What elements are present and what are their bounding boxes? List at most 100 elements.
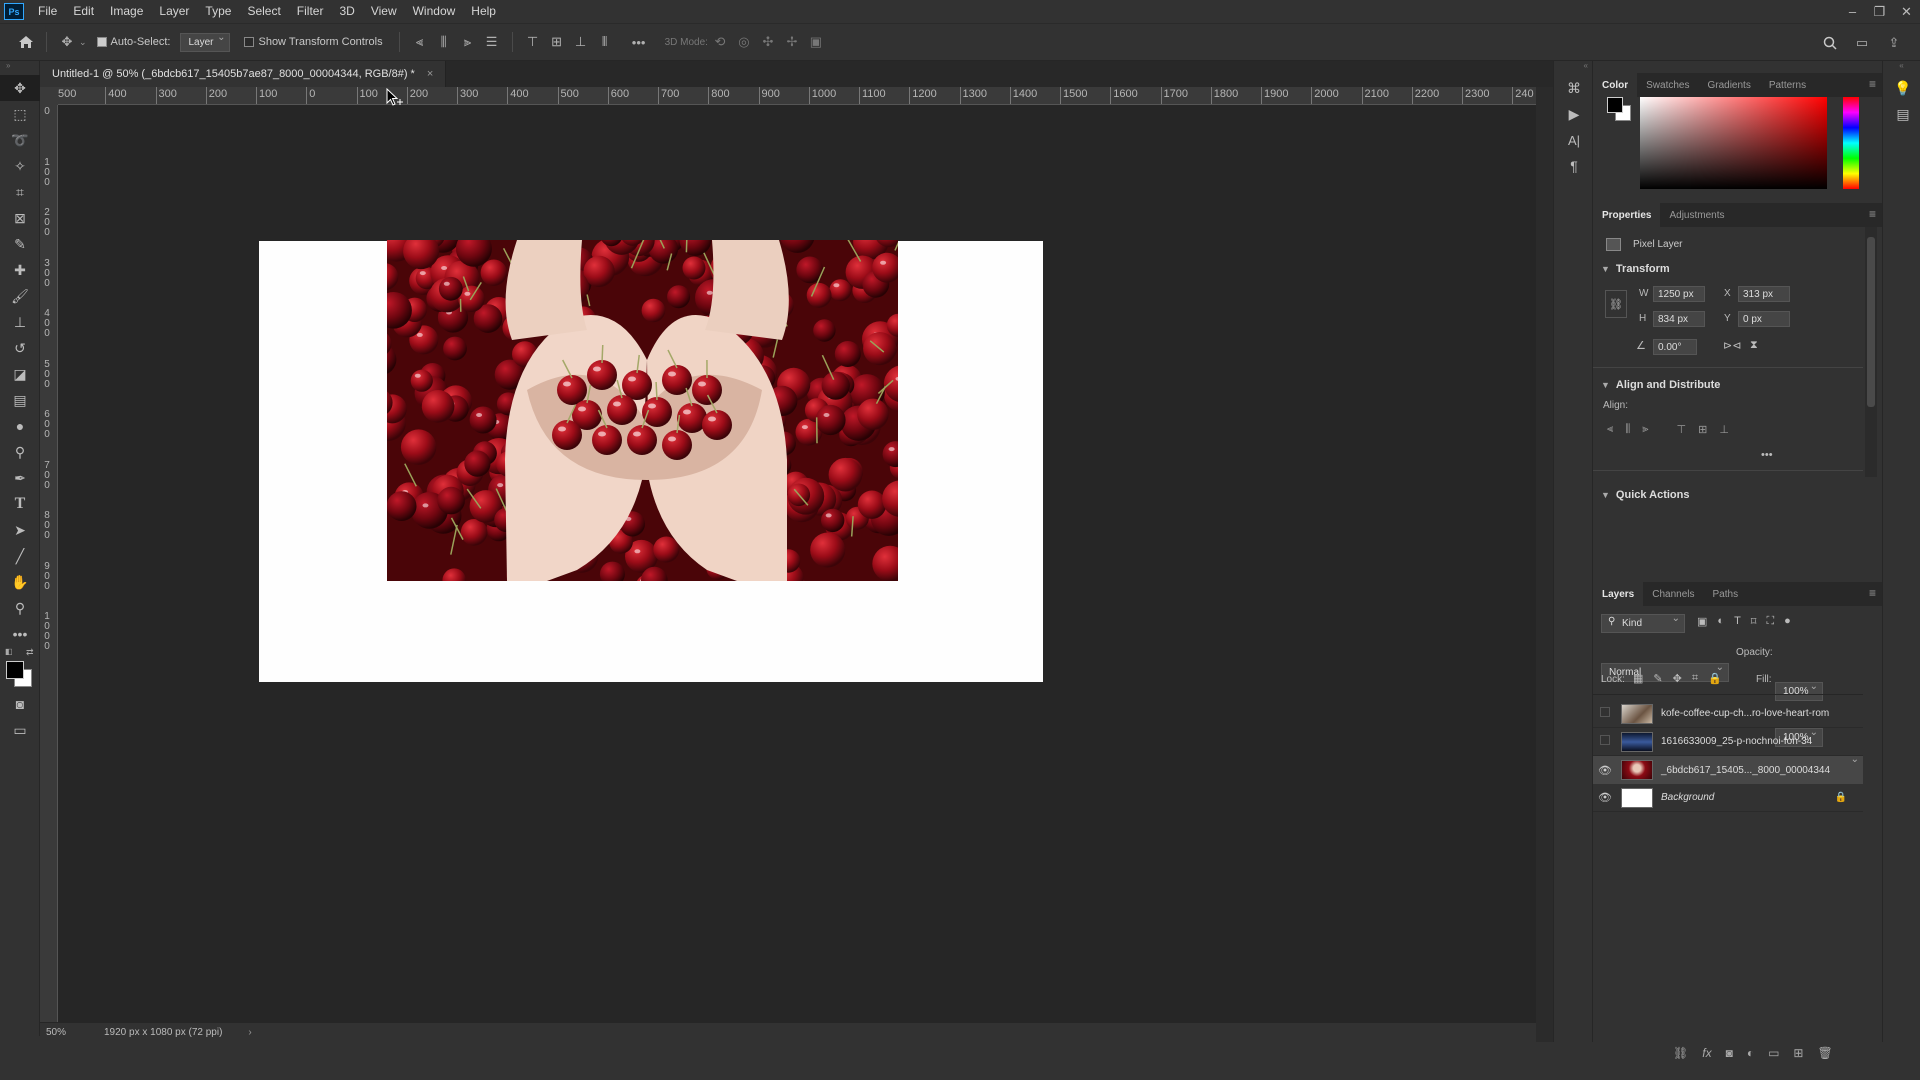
more-tools-icon[interactable]: ••• xyxy=(0,621,40,647)
color-panel-menu-icon[interactable]: ≡ xyxy=(1869,77,1876,91)
angle-field[interactable]: 0.00° xyxy=(1653,339,1697,355)
align-right-icon[interactable]: ⫸ xyxy=(1642,423,1648,436)
move-tool-icon[interactable]: ✥ xyxy=(0,75,40,101)
align-middle-icon[interactable]: ⊞ xyxy=(1698,423,1707,436)
move-tool-preset-icon[interactable]: ✥ xyxy=(55,30,79,54)
line-tool-icon[interactable]: ╱ xyxy=(0,543,40,569)
menu-edit[interactable]: Edit xyxy=(65,0,102,23)
transform-section-header[interactable]: ▼ Transform xyxy=(1593,259,1670,279)
zoom-tool-icon[interactable]: ⚲ xyxy=(0,595,40,621)
search-icon[interactable] xyxy=(1818,31,1842,55)
layer-visibility-toggle[interactable] xyxy=(1593,707,1617,720)
distribute-vertical-icon[interactable]: ☰ xyxy=(480,30,504,54)
tab-swatches[interactable]: Swatches xyxy=(1637,73,1698,97)
screen-mode-icon[interactable]: ▭ xyxy=(0,717,40,743)
eye-icon[interactable]: 👁 xyxy=(1593,764,1617,777)
vertical-ruler[interactable]: 0 1 0 0 2 0 0 3 0 0 4 0 0 5 0 0 6 0 0 7 0 0 8 0 … xyxy=(40,105,58,1022)
frame-tool-icon[interactable]: ⊠ xyxy=(0,205,40,231)
3d-camera-icon[interactable]: ▣ xyxy=(804,30,828,54)
brush-tool-icon[interactable]: 🖌 xyxy=(0,283,40,309)
blur-tool-icon[interactable]: ● xyxy=(0,413,40,439)
menu-file[interactable]: File xyxy=(30,0,65,23)
hand-tool-icon[interactable]: ✋ xyxy=(0,569,40,595)
tab-properties[interactable]: Properties xyxy=(1593,203,1661,227)
delete-layer-icon[interactable]: 🗑 xyxy=(1817,1046,1832,1060)
align-center-icon[interactable]: ⫼ xyxy=(1625,423,1630,436)
collapse-icon[interactable]: « xyxy=(1883,61,1920,75)
lock-position-icon[interactable]: ✥ xyxy=(1673,672,1682,685)
layer-row[interactable]: 1616633009_25-p-nochnoi-fon-34 xyxy=(1593,728,1863,756)
filter-toggle-icon[interactable]: ● xyxy=(1784,615,1791,628)
link-icon[interactable]: ⛓ xyxy=(1605,290,1627,318)
align-bottom-icon[interactable]: ⊥ xyxy=(569,30,593,54)
actions-panel-icon[interactable]: ▶ xyxy=(1554,101,1594,127)
transform-controls-checkbox[interactable]: Show Transform Controls xyxy=(244,36,383,48)
align-vcenter-icon[interactable]: ⊞ xyxy=(545,30,569,54)
crop-tool-icon[interactable]: ⌗ xyxy=(0,179,40,205)
marquee-tool-icon[interactable]: ⬚ xyxy=(0,101,40,127)
menu-filter[interactable]: Filter xyxy=(289,0,332,23)
lock-all-icon[interactable]: 🔒 xyxy=(1708,672,1722,685)
opacity-field[interactable]: 100% xyxy=(1775,681,1823,701)
tab-channels[interactable]: Channels xyxy=(1643,582,1703,606)
document-tab[interactable]: Untitled-1 @ 50% (_6bdcb617_15405b7ae87_… xyxy=(40,61,447,87)
filter-shape-icon[interactable]: ⌑ xyxy=(1751,615,1757,628)
layer-name[interactable]: 1616633009_25-p-nochnoi-fon-34 xyxy=(1661,736,1812,747)
menu-layer[interactable]: Layer xyxy=(151,0,197,23)
x-field[interactable]: 313 px xyxy=(1738,286,1790,302)
align-top-icon[interactable]: ⊤ xyxy=(1677,423,1687,436)
align-top-icon[interactable]: ⊤ xyxy=(521,30,545,54)
width-field[interactable]: 1250 px xyxy=(1653,286,1705,302)
tab-color[interactable]: Color xyxy=(1593,73,1638,97)
auto-select-check[interactable] xyxy=(96,37,107,47)
layer-name[interactable]: kofe-coffee-cup-ch...ro-love-heart-rom xyxy=(1661,708,1829,719)
layer-row[interactable]: kofe-coffee-cup-ch...ro-love-heart-rom xyxy=(1593,700,1863,728)
close-tab-icon[interactable]: × xyxy=(427,68,433,80)
collapse-icon[interactable]: » xyxy=(0,61,39,75)
layer-row-selected[interactable]: 👁 _6bdcb617_15405..._8000_00004344 xyxy=(1593,754,1863,784)
history-brush-tool-icon[interactable]: ↺ xyxy=(0,335,40,361)
flip-vertical-icon[interactable]: ⧗ xyxy=(1750,339,1758,352)
stamp-tool-icon[interactable]: ⊥ xyxy=(0,309,40,335)
filter-type-icon[interactable]: T xyxy=(1734,615,1741,628)
align-bottom-icon[interactable]: ⊥ xyxy=(1719,423,1729,436)
gradient-tool-icon[interactable]: ▤ xyxy=(0,387,40,413)
menu-view[interactable]: View xyxy=(363,0,405,23)
cherries-image-layer[interactable] xyxy=(387,240,898,581)
paragraph-panel-icon[interactable]: ¶ xyxy=(1554,153,1594,179)
menu-select[interactable]: Select xyxy=(239,0,288,23)
workspace-icon[interactable]: ▭ xyxy=(1850,31,1874,55)
layers-panel-menu-icon[interactable]: ≡ xyxy=(1869,586,1876,600)
more-align-icon[interactable]: ••• xyxy=(1761,449,1773,461)
swap-colors-icon[interactable]: ⇄ xyxy=(26,647,34,658)
menu-3d[interactable]: 3D xyxy=(331,0,362,23)
3d-slide-icon[interactable]: ✢ xyxy=(780,30,804,54)
default-colors-icon[interactable]: ◧ xyxy=(5,647,13,656)
menu-image[interactable]: Image xyxy=(102,0,151,23)
3d-roll-icon[interactable]: ◎ xyxy=(732,30,756,54)
menu-type[interactable]: Type xyxy=(197,0,239,23)
3d-pan-icon[interactable]: ✣ xyxy=(756,30,780,54)
tab-paths[interactable]: Paths xyxy=(1704,582,1748,606)
align-section-header[interactable]: ▼ Align and Distribute xyxy=(1593,375,1720,395)
close-icon[interactable]: ✕ xyxy=(1893,0,1920,23)
y-field[interactable]: 0 px xyxy=(1738,311,1790,327)
dodge-tool-icon[interactable]: ⚲ xyxy=(0,439,40,465)
3d-orbit-icon[interactable]: ⟲ xyxy=(708,30,732,54)
filter-adjustment-icon[interactable]: ◐ xyxy=(1717,615,1724,628)
layer-style-icon[interactable]: fx xyxy=(1702,1046,1711,1060)
eye-icon[interactable]: 👁 xyxy=(1593,791,1617,804)
layer-visibility-toggle[interactable] xyxy=(1593,735,1617,748)
layer-row[interactable]: 👁 Background 🔒 xyxy=(1593,784,1863,812)
align-left-icon[interactable]: ⫷ xyxy=(1607,423,1613,436)
auto-select-checkbox[interactable]: Auto-Select: xyxy=(96,36,170,48)
align-left-icon[interactable]: ⫷ xyxy=(408,30,432,54)
pen-tool-icon[interactable]: ✒ xyxy=(0,465,40,491)
eyedropper-tool-icon[interactable]: ✎ xyxy=(0,231,40,257)
share-icon[interactable]: ⇪ xyxy=(1882,31,1906,55)
character-panel-icon[interactable]: A| xyxy=(1554,127,1594,153)
new-layer-icon[interactable]: ⊞ xyxy=(1793,1046,1803,1060)
horizontal-ruler[interactable]: 500 400 300 200 100 0 100 200 300 400 500 600 700 800… xyxy=(58,87,1536,105)
align-hcenter-icon[interactable]: ⫼ xyxy=(432,30,456,54)
auto-select-target-dropdown[interactable]: Layer xyxy=(180,32,231,52)
